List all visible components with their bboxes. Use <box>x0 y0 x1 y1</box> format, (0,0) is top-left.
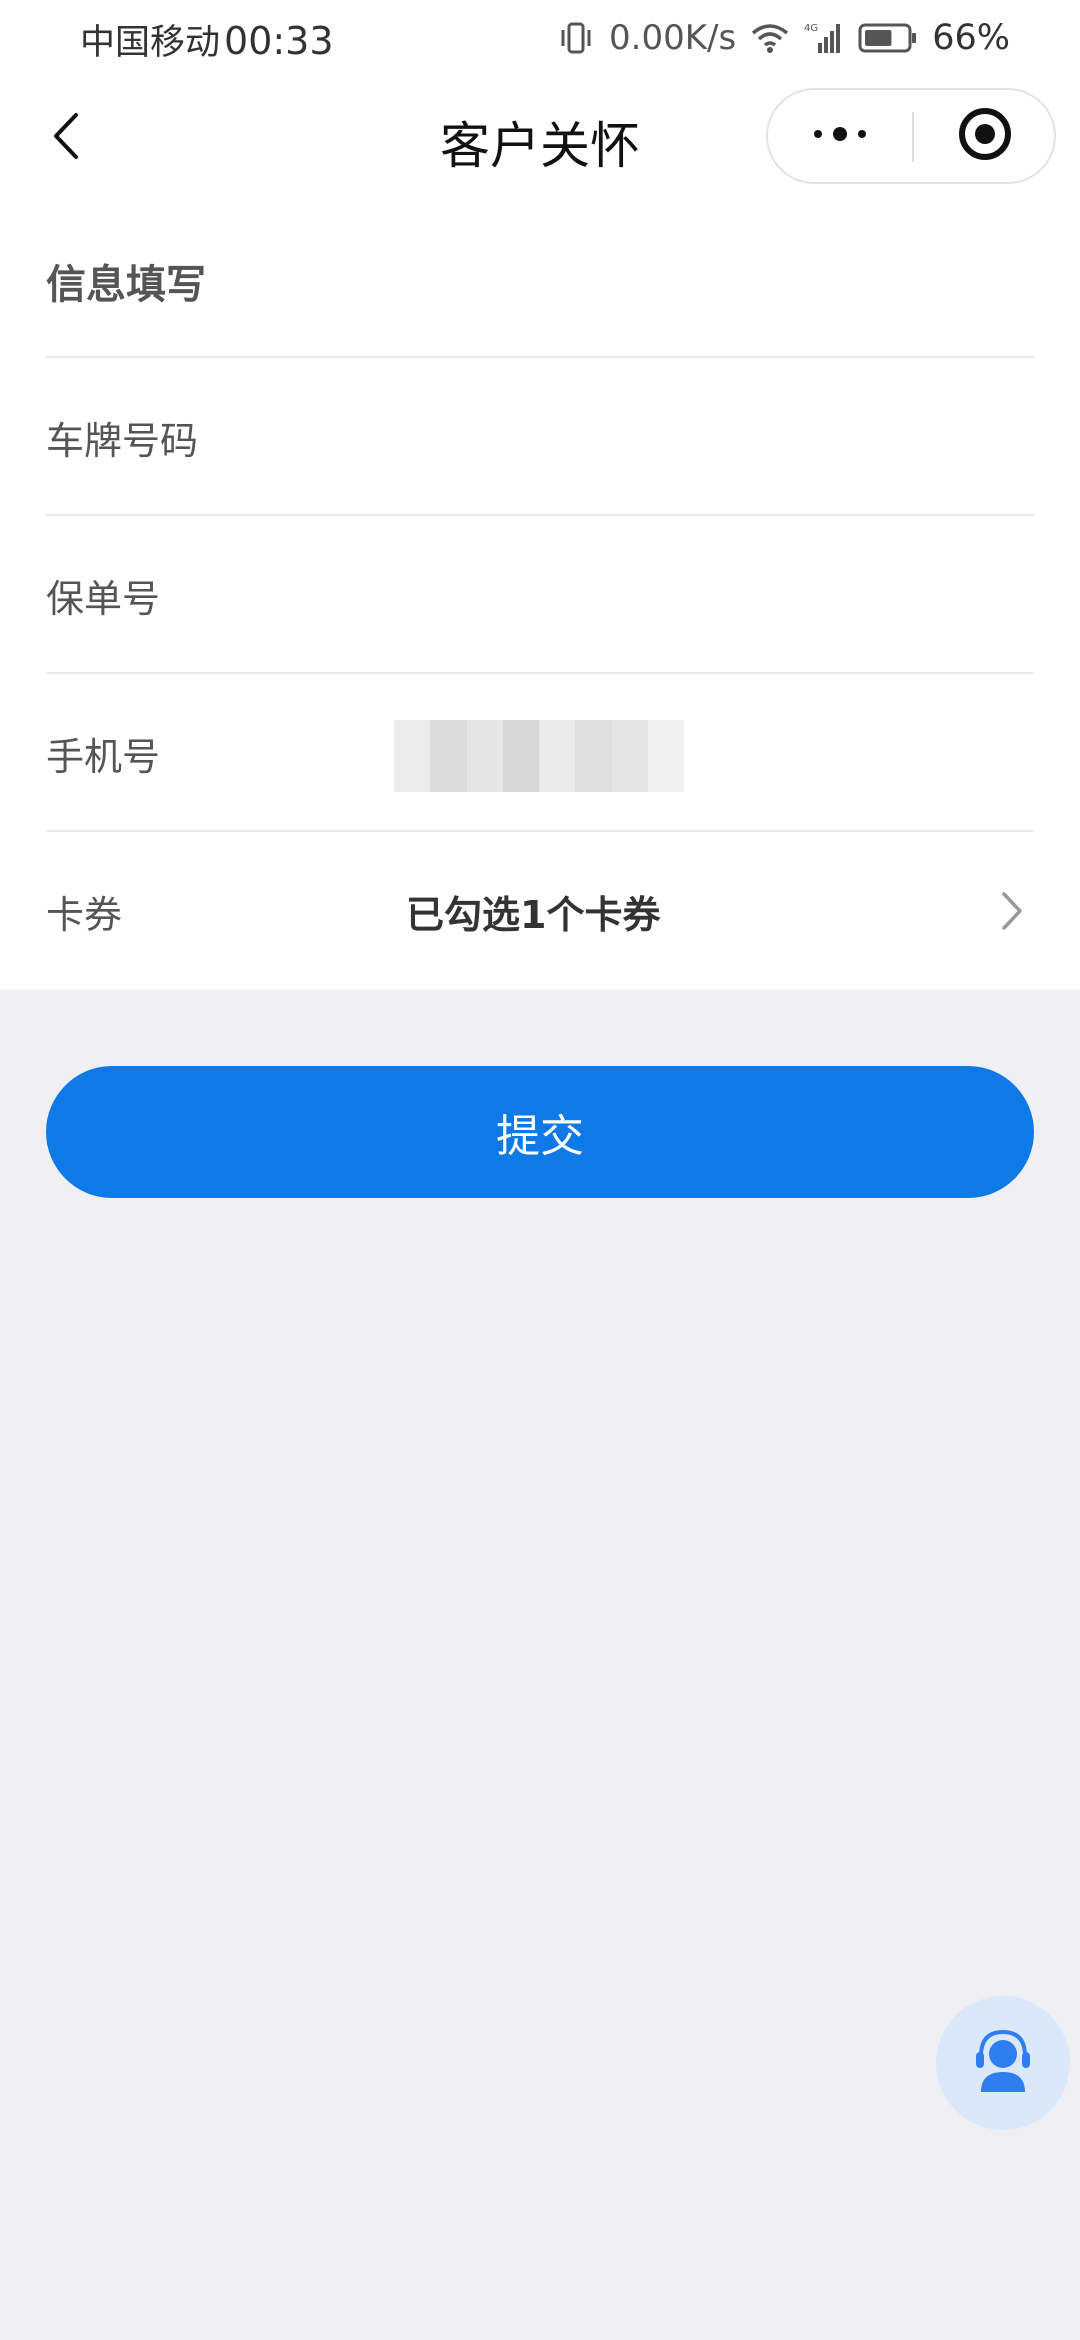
close-button[interactable] <box>914 90 1056 182</box>
battery-percent: 66% <box>932 18 1010 58</box>
status-right: 0.00K/s 4G 66% <box>557 14 1010 62</box>
policy-number-input[interactable] <box>386 556 986 634</box>
coupon-value: 已勾选1个卡券 <box>406 893 661 937</box>
coupon-row[interactable]: 卡券 已勾选1个卡券 <box>46 830 1034 988</box>
target-close-icon <box>957 106 1013 166</box>
plate-number-label: 车牌号码 <box>46 419 199 463</box>
status-bar: 中国移动 00:33 0.00K/s 4G 66% <box>0 0 1080 76</box>
customer-service-icon <box>968 2026 1038 2100</box>
more-button[interactable] <box>768 90 912 182</box>
phone-redaction-blur <box>394 720 684 792</box>
more-dots-icon <box>810 124 870 148</box>
policy-number-label: 保单号 <box>46 577 161 621</box>
wifi-icon <box>750 21 790 55</box>
carrier-name: 中国移动 <box>80 23 221 63</box>
plate-number-row: 车牌号码 <box>46 356 1034 514</box>
status-time: 00:33 <box>224 19 334 63</box>
mini-program-capsule <box>766 88 1056 184</box>
coupon-label: 卡券 <box>46 893 123 937</box>
net-speed: 0.00K/s <box>609 18 737 58</box>
phone-number-label: 手机号 <box>46 735 161 779</box>
section-title: 信息填写 <box>46 262 206 308</box>
customer-service-button[interactable] <box>936 1996 1070 2130</box>
plate-number-input[interactable] <box>386 398 986 476</box>
cellular-signal-icon: 4G <box>804 21 844 55</box>
battery-icon <box>858 21 918 55</box>
network-type: 4G <box>804 23 818 34</box>
status-left: 中国移动 00:33 <box>80 14 334 65</box>
nav-bar: 客户关怀 <box>0 76 1080 200</box>
policy-number-row: 保单号 <box>46 514 1034 672</box>
vibrate-icon <box>557 21 595 55</box>
submit-button[interactable]: 提交 <box>46 1066 1034 1198</box>
chevron-right-icon <box>1000 890 1024 936</box>
